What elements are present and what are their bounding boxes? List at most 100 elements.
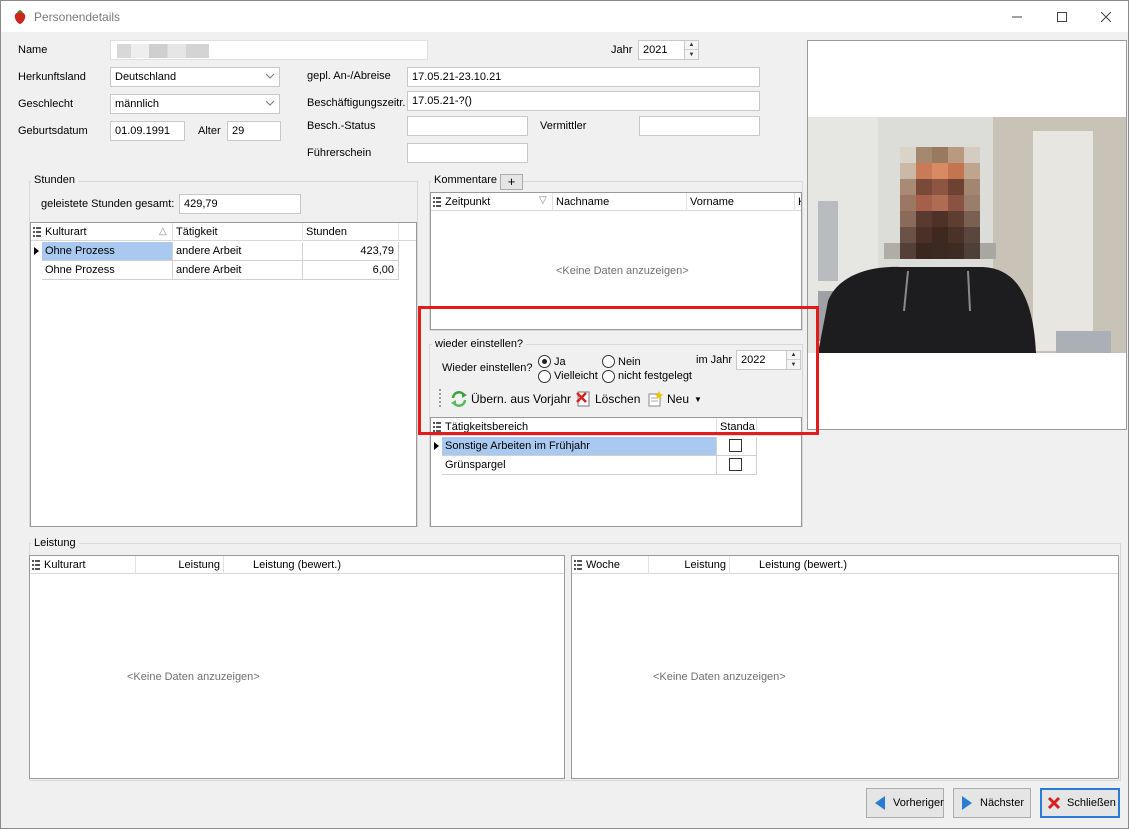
chevron-down-icon <box>265 73 275 79</box>
cell-taetigkeit: andere Arbeit <box>173 242 303 261</box>
current-row-icon <box>34 247 39 255</box>
pixelated-name <box>117 44 209 58</box>
highlight-annotation <box>418 306 819 435</box>
fuehrerschein-label: Führerschein <box>307 147 372 159</box>
close-window-button[interactable] <box>1083 1 1129 32</box>
sort-asc-icon: △ <box>159 226 167 237</box>
kommentare-empty-message: <Keine Daten anzuzeigen> <box>556 265 689 277</box>
column-chooser-icon[interactable] <box>574 560 582 570</box>
kommentare-group-title: Kommentare <box>431 174 500 186</box>
col-vorname[interactable]: Vorname <box>687 193 795 211</box>
herkunftsland-label: Herkunftsland <box>18 71 86 83</box>
col-leistung-bewertet[interactable]: Leistung (bewert.) <box>730 556 850 574</box>
column-chooser-icon[interactable] <box>433 197 441 207</box>
cell-kulturart: Ohne Prozess <box>42 261 173 280</box>
maximize-button[interactable] <box>1039 1 1085 32</box>
spin-up-icon[interactable]: ▲ <box>685 41 698 50</box>
col-kulturart[interactable]: Kulturart <box>41 556 136 574</box>
jahr-spinner[interactable]: 2021 ▲ ▼ <box>638 40 699 60</box>
column-chooser-icon[interactable] <box>32 560 40 570</box>
close-icon <box>1101 11 1111 22</box>
cell-stunden: 423,79 <box>303 242 399 261</box>
standard-checkbox[interactable] <box>729 458 742 471</box>
leistung-kulturart-grid[interactable]: Kulturart Leistung Leistung (bewert.) <K… <box>29 555 565 779</box>
cell-standard <box>717 437 757 456</box>
herkunftsland-combo[interactable]: Deutschland <box>110 67 280 87</box>
leistung-group-title: Leistung <box>31 537 79 549</box>
col-k[interactable]: K <box>795 193 801 211</box>
jahr-spin-buttons[interactable]: ▲ ▼ <box>684 41 698 59</box>
anreise-label: gepl. An-/Abreise <box>307 70 391 82</box>
leistung-left-header: Kulturart Leistung Leistung (bewert.) <box>30 556 564 574</box>
personendetails-window: Personendetails Name Herkunftsland Deuts… <box>0 0 1129 829</box>
anreise-field[interactable]: 17.05.21-23.10.21 <box>407 67 760 87</box>
leistung-left-empty-message: <Keine Daten anzuzeigen> <box>127 671 260 683</box>
beschaeftigung-label: Beschäftigungszeitr. <box>307 97 406 109</box>
alter-label: Alter <box>198 125 221 137</box>
standard-checkbox[interactable] <box>729 439 742 452</box>
strawberry-app-icon <box>14 10 26 24</box>
name-label: Name <box>18 44 48 56</box>
column-chooser-icon[interactable] <box>33 227 41 237</box>
arrow-left-icon <box>873 795 887 811</box>
close-red-x-icon <box>1047 796 1061 810</box>
cell-stunden: 6,00 <box>303 261 399 280</box>
cell-taetigkeitsbereich: Sonstige Arbeiten im Frühjahr <box>442 437 717 456</box>
geburtsdatum-field[interactable]: 01.09.1991 <box>110 121 185 141</box>
cell-taetigkeitsbereich: Grünspargel <box>442 456 717 475</box>
spin-down-icon[interactable]: ▼ <box>685 50 698 59</box>
vorheriger-button[interactable]: Vorheriger <box>866 788 944 818</box>
beschaeftigung-field[interactable]: 17.05.21-?() <box>407 91 760 111</box>
add-comment-button[interactable]: + <box>500 174 523 190</box>
leistung-right-header: Woche Leistung Leistung (bewert.) <box>572 556 1118 574</box>
stunden-group-title: Stunden <box>31 174 78 186</box>
schliessen-button[interactable]: Schließen <box>1040 788 1120 818</box>
current-row-icon <box>434 442 439 450</box>
title-bar: Personendetails <box>1 1 1128 32</box>
table-row[interactable]: Sonstige Arbeiten im Frühjahr <box>431 437 757 456</box>
geschlecht-label: Geschlecht <box>18 98 74 110</box>
col-nachname[interactable]: Nachname <box>553 193 687 211</box>
alter-field[interactable]: 29 <box>227 121 281 141</box>
col-woche[interactable]: Woche <box>583 556 649 574</box>
col-taetigkeit[interactable]: Tätigkeit <box>173 223 303 241</box>
col-leistung[interactable]: Leistung <box>649 556 730 574</box>
table-row[interactable]: Ohne Prozess andere Arbeit 423,79 <box>31 242 399 261</box>
col-leistung[interactable]: Leistung <box>136 556 224 574</box>
pixelated-photo-image <box>808 41 1126 429</box>
window-title: Personendetails <box>34 10 121 24</box>
leistung-woche-grid[interactable]: Woche Leistung Leistung (bewert.) <Keine… <box>571 555 1119 779</box>
vermittler-field[interactable] <box>639 116 760 136</box>
col-leistung-bewertet[interactable]: Leistung (bewert.) <box>224 556 344 574</box>
geburtsdatum-label: Geburtsdatum <box>18 125 88 137</box>
minimize-button[interactable] <box>994 1 1040 32</box>
stunden-grid[interactable]: Kulturart △ Tätigkeit Stunden Ohne Proze… <box>30 222 417 527</box>
jahr-label: Jahr <box>611 44 633 56</box>
col-stunden[interactable]: Stunden <box>303 223 399 241</box>
besch-status-label: Besch.-Status <box>307 120 376 132</box>
chevron-down-icon <box>265 100 275 106</box>
maximize-icon <box>1057 11 1067 22</box>
cell-taetigkeit: andere Arbeit <box>173 261 303 280</box>
col-zeitpunkt[interactable]: Zeitpunkt <box>442 193 553 211</box>
arrow-right-icon <box>960 795 974 811</box>
sort-desc-icon: ▽ <box>539 195 547 206</box>
fuehrerschein-field[interactable] <box>407 143 528 163</box>
col-kulturart[interactable]: Kulturart <box>42 223 173 241</box>
besch-status-field[interactable] <box>407 116 528 136</box>
table-row[interactable]: Grünspargel <box>431 456 757 475</box>
name-field[interactable] <box>110 40 428 60</box>
minimize-icon <box>1012 16 1022 17</box>
kommentare-grid-header: Zeitpunkt ▽ Nachname Vorname K <box>431 193 801 211</box>
cell-standard <box>717 456 757 475</box>
person-photo <box>807 40 1127 430</box>
stunden-grid-header: Kulturart △ Tätigkeit Stunden <box>31 223 416 241</box>
vermittler-label: Vermittler <box>540 120 587 132</box>
geschlecht-combo[interactable]: männlich <box>110 94 280 114</box>
stunden-total-field[interactable]: 429,79 <box>179 194 301 214</box>
naechster-button[interactable]: Nächster <box>953 788 1031 818</box>
stunden-total-label: geleistete Stunden gesamt: <box>41 198 175 210</box>
face-mosaic <box>884 147 996 259</box>
leistung-right-empty-message: <Keine Daten anzuzeigen> <box>653 671 786 683</box>
table-row[interactable]: Ohne Prozess andere Arbeit 6,00 <box>31 261 399 280</box>
